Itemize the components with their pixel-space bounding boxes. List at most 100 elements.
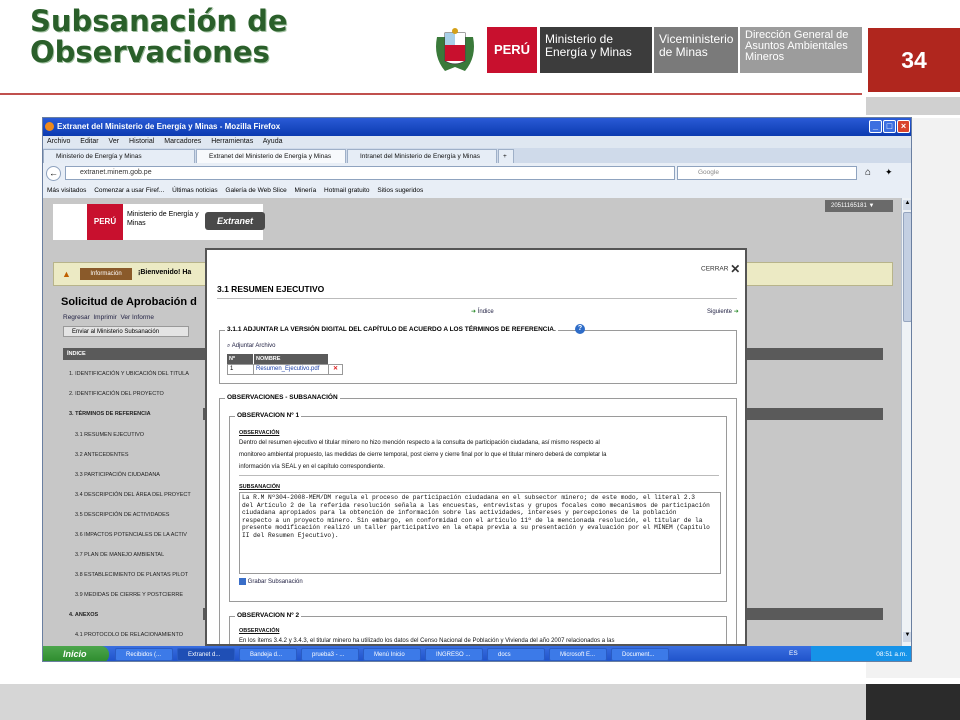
index-item[interactable]: 3.9 MEDIDAS DE CIERRE Y POSTCIERRE: [75, 592, 183, 598]
taskbar-item[interactable]: Extranet d...: [177, 648, 235, 661]
taskbar-item[interactable]: Document...: [611, 648, 669, 661]
taskbar-item[interactable]: docs: [487, 648, 545, 661]
scroll-up-icon[interactable]: ▲: [903, 200, 911, 210]
extranet-logo: PERÚ Ministerio de Energía y Minas Extra…: [53, 204, 265, 240]
arrow-icon: ➜: [733, 309, 739, 315]
new-tab-button[interactable]: +: [498, 149, 514, 163]
url-bar[interactable]: extranet.minem.gob.pe: [65, 166, 675, 180]
index-item[interactable]: 4. ANEXOS: [69, 612, 98, 618]
table-header-name: NOMBRE: [254, 354, 328, 364]
delete-icon[interactable]: ✕: [328, 364, 343, 375]
close-label: CERRAR: [701, 265, 729, 273]
bookmark-item[interactable]: Sitios sugeridos: [377, 187, 423, 194]
menu-ver[interactable]: Ver: [109, 138, 120, 145]
start-button[interactable]: Inicio: [43, 646, 109, 661]
save-icon: [239, 578, 246, 585]
index-link[interactable]: ➜ Índice: [471, 308, 494, 315]
index-link-text: Índice: [477, 309, 494, 315]
index-item[interactable]: 3.7 PLAN DE MANEJO AMBIENTAL: [75, 552, 164, 558]
menu-ayuda[interactable]: Ayuda: [263, 138, 283, 145]
index-item[interactable]: 3.6 IMPACTOS POTENCIALES DE LA ACTIV: [75, 532, 187, 538]
taskbar-item[interactable]: Menú Inicio: [363, 648, 421, 661]
observation-1-line: información vía SEAL y en el capítulo co…: [239, 464, 385, 470]
header-peru-badge: PERÚ: [487, 27, 537, 73]
index-item[interactable]: 3.3 PARTICIPACIÓN CIUDADANA: [75, 472, 160, 478]
paperclip-icon: ⌕: [227, 343, 231, 349]
addon-icon[interactable]: ✦: [885, 167, 893, 178]
action-links: Regresar Imprimir Ver Informe: [63, 314, 154, 321]
taskbar-item[interactable]: Recibidos (...: [115, 648, 173, 661]
attach-title: 3.1.1 ADJUNTAR LA VERSIÓN DIGITAL DEL CA…: [225, 326, 558, 333]
observacion-label: OBSERVACIÓN: [239, 628, 280, 634]
minimize-button[interactable]: _: [869, 120, 882, 133]
index-item[interactable]: 1. IDENTIFICACIÓN Y UBICACIÓN DEL TITULA: [69, 371, 189, 377]
menu-bar: Archivo Editar Ver Historial Marcadores …: [43, 136, 911, 148]
language-indicator[interactable]: ES: [789, 650, 798, 657]
home-icon[interactable]: ⌂: [865, 167, 871, 178]
tab-intranet[interactable]: Intranet del Ministerio de Energía y Min…: [347, 149, 497, 163]
close-window-button[interactable]: ×: [897, 120, 910, 133]
bookmark-item[interactable]: Comenzar a usar Firef...: [94, 187, 164, 194]
bookmark-item[interactable]: Minería: [295, 187, 317, 194]
save-subsanacion-button[interactable]: Grabar Subsanación: [239, 578, 303, 585]
bookmark-item[interactable]: Hotmail gratuito: [324, 187, 370, 194]
user-menu[interactable]: 20511165181 ▼: [825, 200, 893, 212]
taskbar-item[interactable]: prueba3 - ...: [301, 648, 359, 661]
close-modal-button[interactable]: CERRAR ✕: [701, 262, 740, 276]
attach-file-link[interactable]: ⌕ Adjuntar Archivo: [227, 343, 275, 350]
side-strip: [866, 97, 960, 115]
index-item[interactable]: 2. IDENTIFICACIÓN DEL PROYECTO: [69, 391, 164, 397]
menu-historial[interactable]: Historial: [129, 138, 154, 145]
search-input[interactable]: Google: [677, 166, 857, 180]
scroll-down-icon[interactable]: ▼: [903, 632, 911, 642]
maximize-button[interactable]: □: [883, 120, 896, 133]
header-dg: Dirección General de Asuntos Ambientales…: [740, 27, 862, 73]
page-scrollbar[interactable]: ▲ ▼: [901, 198, 911, 646]
attach-link-text: Adjuntar Archivo: [231, 343, 276, 349]
window-titlebar: Extranet del Ministerio de Energía y Min…: [43, 118, 911, 136]
observacion-label: OBSERVACIÓN: [239, 430, 280, 436]
send-ministry-button[interactable]: Enviar al Ministerio Subsanación: [63, 326, 189, 337]
page-heading: Solicitud de Aprobación d: [61, 296, 197, 308]
tab-extranet[interactable]: Extranet del Ministerio de Energía y Min…: [196, 149, 346, 163]
obs-divider: [239, 475, 719, 476]
tab-ministerio-label: Ministerio de Energía y Minas: [56, 153, 142, 160]
index-item[interactable]: 3.8 ESTABLECIMIENTO DE PLANTAS PILOT: [75, 572, 188, 578]
taskbar-item[interactable]: INGRESO ...: [425, 648, 483, 661]
header-dg-text: Dirección General de Asuntos Ambientales…: [745, 29, 849, 63]
index-item[interactable]: 3.5 DESCRIPCIÓN DE ACTIVIDADES: [75, 512, 169, 518]
index-item[interactable]: 3.1 RESUMEN EJECUTIVO: [75, 432, 144, 438]
ver-informe-link[interactable]: Ver Informe: [120, 314, 154, 321]
taskbar-item[interactable]: Microsoft E...: [549, 648, 607, 661]
bookmark-item[interactable]: Más visitados: [47, 187, 86, 194]
welcome-text: ¡Bienvenido! Ha: [138, 269, 192, 276]
save-link-text: Grabar Subsanación: [247, 579, 303, 586]
title-divider: [217, 298, 737, 299]
tab-ministerio[interactable]: Ministerio de Energía y Minas: [43, 149, 195, 163]
menu-herramientas[interactable]: Herramientas: [211, 138, 253, 145]
index-item[interactable]: 3.2 ANTECEDENTES: [75, 452, 129, 458]
next-link[interactable]: Siguiente ➜: [707, 308, 739, 315]
index-item[interactable]: 3. TÉRMINOS DE REFERENCIA: [69, 411, 151, 417]
bookmark-item[interactable]: Galería de Web Slice: [225, 187, 286, 194]
scroll-thumb[interactable]: [903, 212, 911, 322]
imprimir-link[interactable]: Imprimir: [93, 314, 116, 321]
menu-marcadores[interactable]: Marcadores: [164, 138, 201, 145]
index-item[interactable]: 4.1 PROTOCOLO DE RELACIONAMIENTO: [75, 632, 183, 638]
file-link[interactable]: Resumen_Ejecutivo.pdf: [253, 364, 329, 375]
regresar-link[interactable]: Regresar: [63, 314, 90, 321]
navigation-bar: ← extranet.minem.gob.pe Google ⌂ ✦: [43, 163, 911, 183]
subsanacion-textarea[interactable]: La R.M Nº304-2008-MEM/DM regula el proce…: [239, 492, 721, 574]
bookmark-item[interactable]: Últimas noticias: [172, 187, 218, 194]
taskbar-item[interactable]: Bandeja d...: [239, 648, 297, 661]
page-number: 34: [868, 28, 960, 92]
menu-archivo[interactable]: Archivo: [47, 138, 70, 145]
menu-editar[interactable]: Editar: [80, 138, 98, 145]
back-button[interactable]: ←: [46, 166, 61, 181]
firefox-icon: [45, 122, 54, 131]
info-label: Información: [80, 268, 132, 280]
index-item[interactable]: 3.4 DESCRIPCIÓN DEL ÁREA DEL PROYECT: [75, 492, 191, 498]
start-label: Inicio: [63, 649, 87, 659]
help-icon[interactable]: ?: [575, 324, 585, 334]
header-ministry: Ministerio de Energía y Minas: [540, 27, 652, 73]
